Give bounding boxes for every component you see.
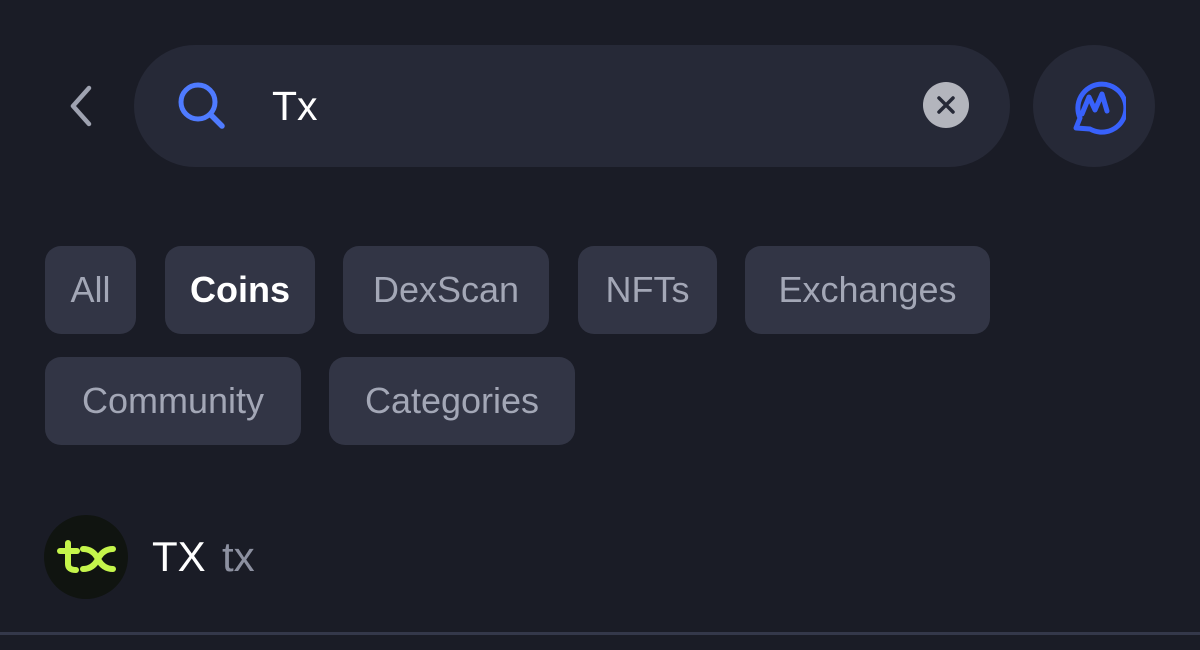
coin-logo — [44, 515, 128, 599]
coinmarketcap-ai-icon — [1073, 81, 1126, 135]
coin-name: TX — [152, 533, 206, 580]
search-result-item[interactable]: TX tx — [44, 515, 1164, 601]
search-input[interactable] — [272, 75, 892, 137]
filter-chip-all[interactable]: All — [45, 246, 136, 334]
filter-chip-coins[interactable]: Coins — [165, 246, 315, 334]
search-icon — [178, 82, 225, 129]
close-icon — [937, 96, 955, 114]
divider — [0, 632, 1200, 635]
coin-symbol: tx — [222, 533, 255, 580]
tx-logo-icon — [57, 540, 116, 573]
ai-assistant-button[interactable] — [1033, 45, 1155, 167]
filter-chip-categories[interactable]: Categories — [329, 357, 575, 445]
filter-chip-exchanges[interactable]: Exchanges — [745, 246, 990, 334]
clear-search-button[interactable] — [923, 82, 969, 128]
filter-chip-community[interactable]: Community — [45, 357, 301, 445]
chevron-left-icon — [70, 85, 92, 127]
filter-chip-dexscan[interactable]: DexScan — [343, 246, 549, 334]
search-bar[interactable] — [134, 45, 1010, 167]
back-button[interactable] — [52, 78, 108, 134]
filter-chip-nfts[interactable]: NFTs — [578, 246, 717, 334]
